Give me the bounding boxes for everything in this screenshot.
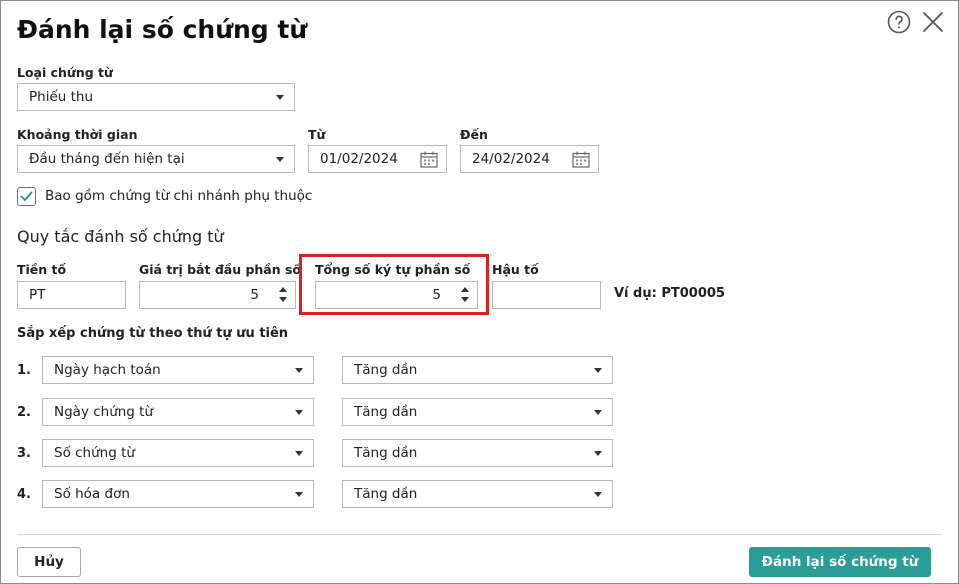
sort-order-value: Tăng dần: [354, 486, 418, 502]
sort-field-select-3[interactable]: Số chứng từ: [42, 439, 314, 467]
sort-order-select-1[interactable]: Tăng dần: [342, 356, 613, 384]
sort-section-title: Sắp xếp chứng từ theo thứ tự ưu tiên: [17, 326, 289, 341]
period-select[interactable]: Đầu tháng đến hiện tại: [17, 145, 295, 173]
suffix-input[interactable]: [492, 281, 601, 309]
sort-field-select-2[interactable]: Ngày chứng từ: [42, 398, 314, 426]
total-digits-value: 5: [432, 287, 441, 303]
sort-field-value: Số hóa đơn: [54, 486, 130, 502]
sort-order-select-2[interactable]: Tăng dần: [342, 398, 613, 426]
sort-row-number: 2.: [17, 405, 31, 420]
period-label: Khoảng thời gian: [17, 127, 138, 142]
checkmark-icon: [20, 191, 33, 201]
sort-row-number: 1.: [17, 363, 31, 378]
start-value: 5: [250, 287, 259, 303]
from-date-input[interactable]: 01/02/2024: [308, 145, 447, 173]
sort-field-value: Số chứng từ: [54, 445, 135, 461]
sort-field-value: Ngày chứng từ: [54, 404, 154, 420]
sort-order-select-3[interactable]: Tăng dần: [342, 439, 613, 467]
to-date-input[interactable]: 24/02/2024: [460, 145, 599, 173]
voucher-type-value: Phiếu thu: [29, 89, 94, 105]
footer-divider: [17, 534, 942, 535]
renumber-button[interactable]: Đánh lại số chứng từ: [749, 547, 931, 577]
decrement-icon[interactable]: [461, 297, 469, 302]
increment-icon[interactable]: [461, 287, 469, 292]
to-date-label: Đến: [460, 127, 488, 142]
include-branch-label: Bao gồm chứng từ chi nhánh phụ thuộc: [45, 188, 313, 204]
dialog-title: Đánh lại số chứng từ: [17, 15, 308, 44]
sort-field-value: Ngày hạch toán: [54, 362, 161, 378]
total-digits-input[interactable]: 5: [315, 281, 478, 309]
renumber-voucher-dialog: Đánh lại số chứng từ Loại chứng từ Phiếu…: [0, 0, 959, 584]
voucher-type-select[interactable]: Phiếu thu: [17, 83, 295, 111]
include-branch-checkbox[interactable]: [17, 187, 36, 206]
numbering-rule-title: Quy tắc đánh số chứng từ: [17, 227, 224, 246]
example-text: Ví dụ: PT00005: [614, 286, 725, 301]
calendar-icon[interactable]: [420, 151, 438, 168]
cancel-button[interactable]: Hủy: [17, 547, 81, 577]
start-value-stepper[interactable]: [273, 282, 295, 308]
sort-order-value: Tăng dần: [354, 362, 418, 378]
start-value-label: Giá trị bắt đầu phần số: [139, 262, 302, 277]
voucher-type-label: Loại chứng từ: [17, 65, 113, 80]
prefix-value: PT: [29, 287, 46, 303]
sort-row-number: 4.: [17, 487, 31, 502]
help-circle-icon[interactable]: [887, 10, 911, 34]
period-value: Đầu tháng đến hiện tại: [29, 151, 185, 167]
start-value-input[interactable]: 5: [139, 281, 296, 309]
calendar-icon[interactable]: [572, 151, 590, 168]
sort-field-select-1[interactable]: Ngày hạch toán: [42, 356, 314, 384]
sort-row-number: 3.: [17, 446, 31, 461]
sort-order-select-4[interactable]: Tăng dần: [342, 480, 613, 508]
from-date-label: Từ: [308, 127, 326, 142]
prefix-label: Tiền tố: [17, 262, 67, 277]
total-digits-stepper[interactable]: [455, 282, 477, 308]
total-digits-label: Tổng số ký tự phần số: [315, 262, 471, 277]
prefix-input[interactable]: PT: [17, 281, 126, 309]
increment-icon[interactable]: [279, 287, 287, 292]
sort-order-value: Tăng dần: [354, 404, 418, 420]
suffix-label: Hậu tố: [492, 262, 539, 277]
decrement-icon[interactable]: [279, 297, 287, 302]
sort-field-select-4[interactable]: Số hóa đơn: [42, 480, 314, 508]
sort-order-value: Tăng dần: [354, 445, 418, 461]
close-icon[interactable]: [922, 11, 944, 33]
